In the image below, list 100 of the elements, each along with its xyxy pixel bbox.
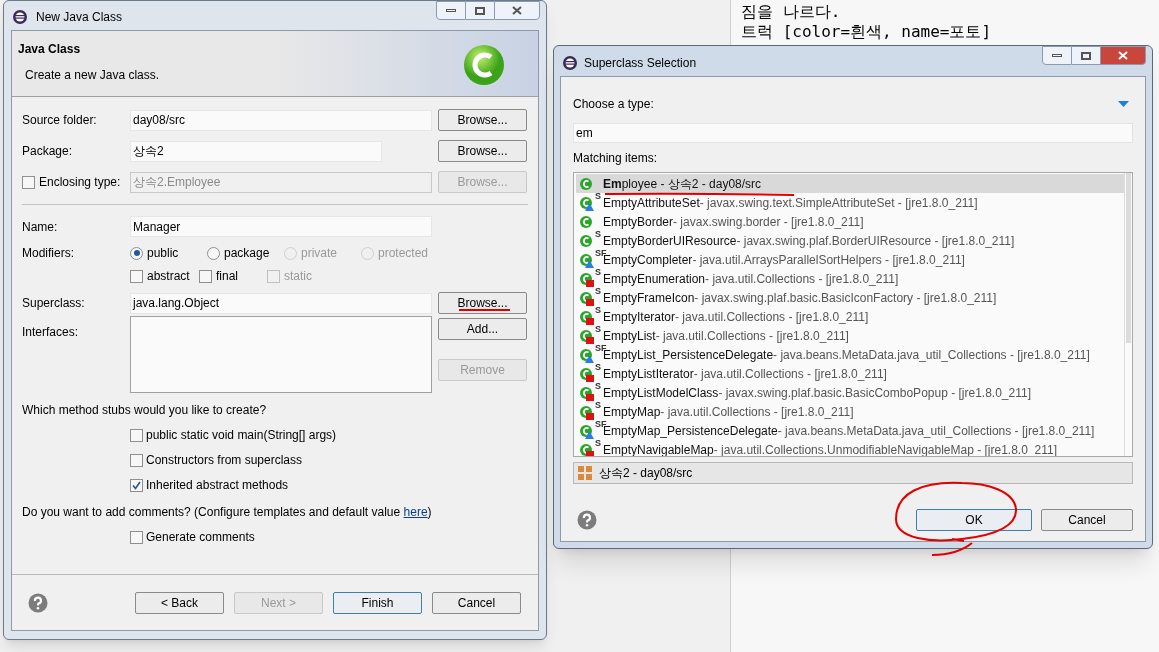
interfaces-list[interactable]	[130, 316, 432, 393]
radio-button[interactable]	[207, 246, 220, 260]
dialog-button[interactable]: Cancel	[1041, 509, 1133, 531]
checkbox[interactable]	[130, 453, 143, 467]
field-label: Generate comments	[146, 529, 255, 546]
type-name: EmptyEnumeration	[603, 270, 706, 288]
checkbox[interactable]	[130, 269, 143, 283]
class-icon	[579, 308, 595, 325]
modifier-label: S	[595, 381, 601, 391]
modifier-label: SF	[595, 419, 607, 429]
class-icon	[579, 384, 595, 401]
field-label: private	[301, 245, 338, 262]
text-field[interactable]: Manager	[130, 216, 432, 237]
type-name: EmptyNavigableMap	[603, 441, 714, 456]
window-title: New Java Class	[36, 9, 123, 26]
text-field[interactable]: java.lang.Object	[130, 292, 432, 314]
wizard-title: Java Class	[18, 41, 82, 58]
class-icon	[579, 175, 595, 192]
modifier-label: S	[595, 267, 601, 277]
text-field[interactable]: 상속2	[130, 140, 382, 162]
type-detail: - java.util.ArraysParallelSortHelpers - [jre1.8.0_211]	[692, 251, 965, 269]
field-label: Modifiers:	[22, 245, 75, 262]
type-name: EmptyBorder	[603, 213, 674, 231]
modifier-label: S	[595, 286, 601, 296]
class-icon	[579, 270, 595, 287]
wizard-description: Create a new Java class.	[24, 67, 160, 84]
eclipse-icon	[12, 9, 28, 25]
modifier-label: S	[595, 362, 601, 372]
close-icon	[1118, 51, 1128, 60]
browse-button[interactable]: Browse...	[438, 292, 527, 314]
type-detail: - java.util.Collections - [jre1.8.0_211]	[660, 403, 854, 421]
class-icon	[579, 251, 595, 268]
checkbox[interactable]	[130, 428, 143, 442]
maximize-button[interactable]	[466, 1, 494, 20]
checkbox[interactable]	[199, 269, 212, 283]
close-icon	[512, 6, 522, 15]
class-icon	[579, 403, 595, 420]
dropdown-arrow-icon[interactable]	[1118, 101, 1129, 107]
field-label: public	[147, 245, 179, 262]
wizard-button[interactable]: Finish	[333, 591, 422, 614]
modifier-label: S	[595, 438, 601, 448]
type-detail: - javax.swing.plaf.basic.BasicComboPopup - [jre1.8.0_211]	[718, 384, 1031, 402]
type-detail: - java.util.Collections.UnmodifiableNavigableMap - [jre1.8.0_211]	[713, 441, 1057, 456]
modifier-label: S	[595, 229, 601, 239]
wizard-button[interactable]: < Back	[135, 591, 224, 614]
close-button[interactable]	[1100, 46, 1146, 65]
type-detail: - java.util.Collections - [jre1.8.0_211]	[693, 365, 887, 383]
close-button[interactable]	[494, 1, 540, 20]
type-list-item[interactable]: EmptyBorder- javax.swing.border - [jre1.8.0_211]	[576, 212, 1124, 231]
help-icon	[577, 510, 597, 530]
type-name: EmptyIterator	[603, 308, 676, 326]
list-label: Matching items:	[573, 150, 659, 167]
field-label: package	[224, 245, 270, 262]
annotation-underline	[458, 308, 510, 312]
class-icon	[579, 346, 595, 363]
class-icon	[579, 194, 595, 211]
console-line: 짐을 나르다.	[741, 2, 842, 22]
type-detail: - java.beans.MetaData.java_util_Collections - [jre1.8.0_211]	[773, 346, 1090, 364]
browse-button[interactable]: Browse...	[438, 140, 527, 162]
status-text: 상속2 - day08/src	[599, 465, 693, 482]
minimize-button[interactable]	[1042, 46, 1072, 65]
field-label: Name:	[22, 218, 59, 236]
eclipse-icon	[562, 55, 578, 71]
field-label: static	[284, 268, 312, 285]
filter-field[interactable]: em	[573, 123, 1133, 143]
type-name: EmptyAttributeSet	[603, 194, 700, 212]
type-name: EmptyFrameIcon	[603, 289, 695, 307]
type-name: Employee - 상속2 - day08/src	[603, 175, 762, 193]
type-detail: - java.util.Collections - [jre1.8.0_211]	[655, 327, 849, 345]
console-line: 트럭 [color=흰색, name=포토]	[741, 22, 993, 42]
add-button[interactable]: Add...	[438, 318, 527, 340]
text-field[interactable]: day08/src	[130, 109, 432, 131]
class-icon	[579, 213, 595, 230]
type-detail: - javax.swing.plaf.basic.BasicIconFactory - [jre1.8.0_211]	[694, 289, 997, 307]
field-label: protected	[378, 245, 429, 262]
modifier-label: S	[595, 191, 601, 201]
stubs-question: Which method stubs would you like to create?	[22, 402, 268, 419]
dialog-button[interactable]: OK	[916, 509, 1032, 531]
browse-button[interactable]: Browse...	[438, 109, 527, 131]
here-link[interactable]: here	[403, 505, 428, 519]
class-icon	[579, 365, 595, 382]
checkbox[interactable]	[130, 478, 143, 492]
help-icon	[28, 592, 48, 613]
type-detail: - javax.swing.plaf.BorderUIResource - [jre1.8.0_211]	[736, 232, 1015, 250]
window-title: Superclass Selection	[584, 55, 697, 72]
radio-button[interactable]	[130, 246, 143, 260]
maximize-button[interactable]	[1072, 46, 1100, 65]
package-icon	[578, 466, 592, 480]
checkbox[interactable]	[130, 530, 143, 544]
matching-items-list[interactable]	[573, 172, 1133, 457]
type-name: EmptyList	[603, 327, 656, 345]
class-icon	[579, 422, 595, 439]
field-label: Enclosing type:	[39, 174, 121, 191]
wizard-button[interactable]: Cancel	[432, 591, 521, 614]
field-label: Source folder:	[22, 112, 98, 129]
type-detail: - javax.swing.text.SimpleAttributeSet - [jre1.8.0_211]	[699, 194, 978, 212]
minimize-button[interactable]	[436, 1, 466, 20]
field-label: Inherited abstract methods	[146, 477, 289, 494]
type-list-item[interactable]: Employee - 상속2 - day08/src	[576, 174, 1124, 193]
modifier-label: S	[595, 400, 601, 410]
